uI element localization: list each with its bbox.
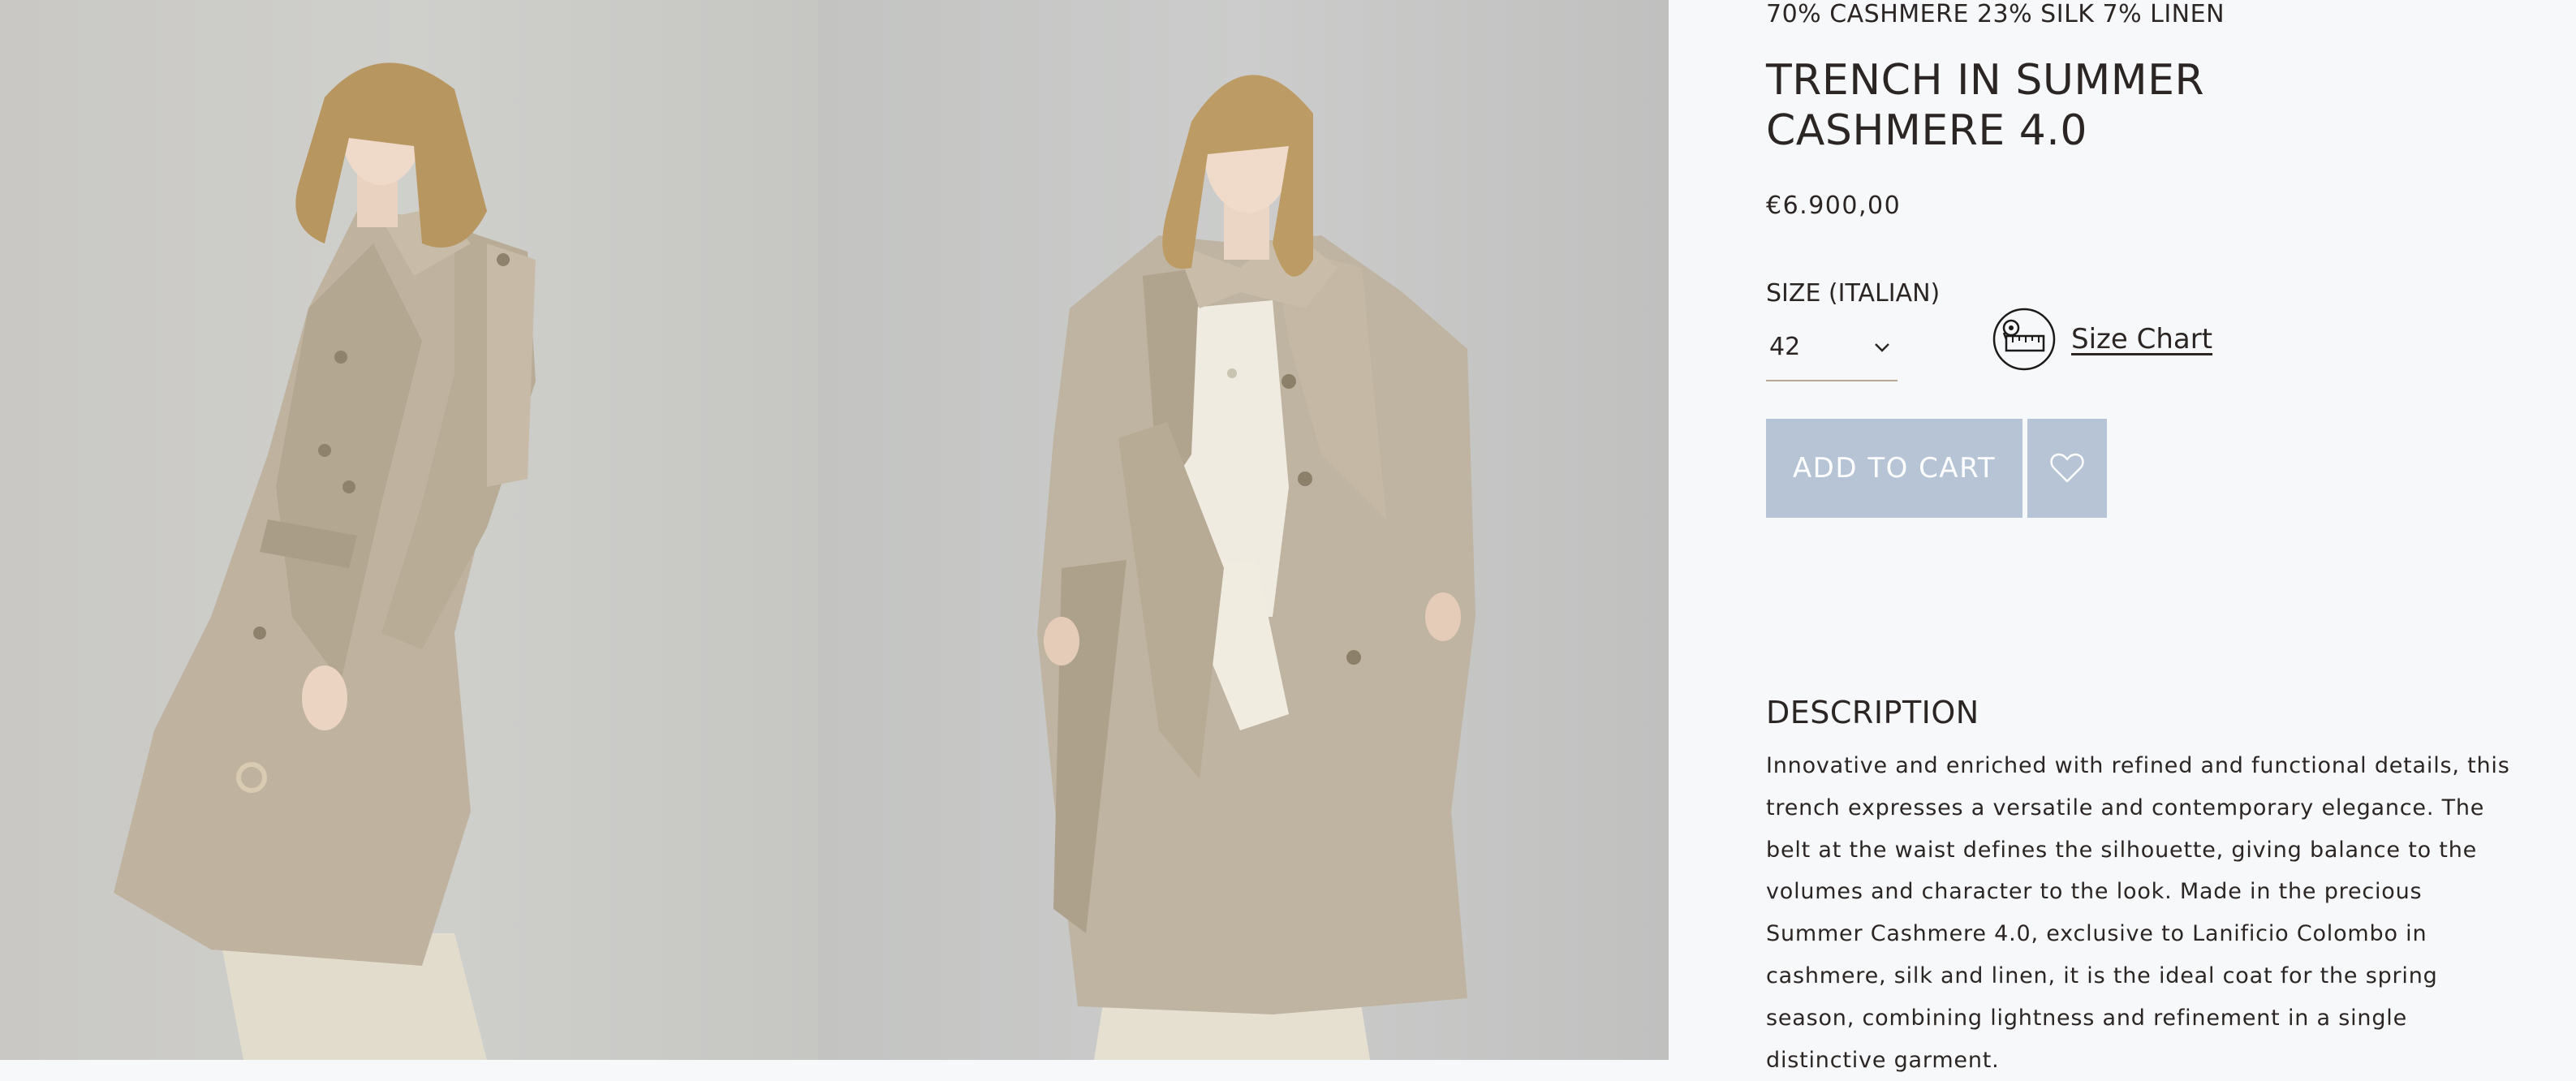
size-label: SIZE (ITALIAN) — [1766, 279, 1941, 308]
chevron-down-icon — [1875, 343, 1889, 352]
description-text: Innovative and enriched with refined and… — [1766, 753, 2510, 1073]
size-select[interactable]: 42 — [1766, 323, 1898, 381]
product-title: TRENCH IN SUMMER CASHMERE 4.0 — [1766, 56, 2205, 155]
product-details-panel: 70% CASHMERE 23% SILK 7% LINEN TRENCH IN… — [1669, 0, 2576, 1073]
description-heading: DESCRIPTION — [1766, 695, 1979, 730]
add-to-cart-button[interactable]: ADD TO CART — [1766, 419, 2022, 518]
heart-icon — [2050, 453, 2084, 483]
measuring-tape-icon — [1992, 308, 2056, 371]
product-photo-front-view[interactable] — [818, 0, 1669, 1060]
model-photo-illustration — [1037, 75, 1475, 1060]
purchase-actions: ADD TO CART — [1766, 419, 2107, 518]
wishlist-button[interactable] — [2027, 419, 2107, 518]
product-photo-side-view[interactable] — [0, 0, 818, 1060]
size-chart-label: Size Chart — [2071, 323, 2213, 355]
model-photo-illustration — [114, 62, 536, 1060]
size-selected-value: 42 — [1769, 333, 1801, 361]
product-price: €6.900,00 — [1766, 192, 1902, 220]
product-gallery — [0, 0, 1669, 1060]
size-chart-link[interactable]: Size Chart — [1992, 307, 2212, 372]
add-to-cart-label: ADD TO CART — [1792, 452, 1997, 485]
product-composition: 70% CASHMERE 23% SILK 7% LINEN — [1766, 0, 2225, 28]
